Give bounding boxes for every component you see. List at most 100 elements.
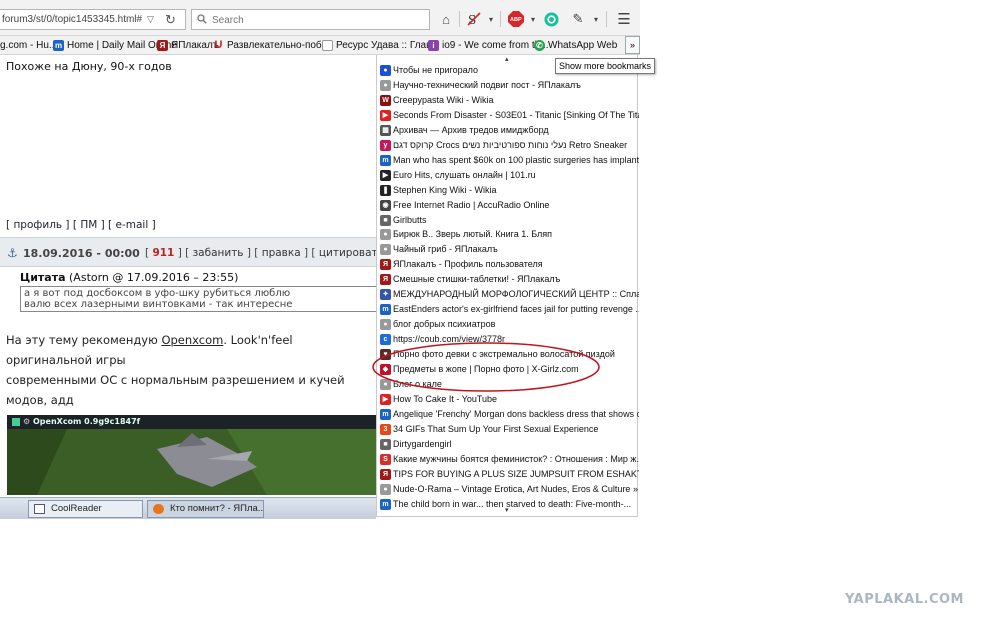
bookmark-menu-item[interactable]: ■ Dirtygardengirl — [377, 437, 639, 452]
scroll-up-arrow[interactable]: ▴ — [505, 55, 509, 63]
show-more-bookmarks-button[interactable]: » — [625, 36, 640, 54]
menu-hamburger-icon[interactable]: ☰ — [615, 10, 633, 28]
post-date: 18.09.2016 - 00:00 — [23, 247, 140, 260]
bookmark-menu-item[interactable]: ● Чайный гриб - ЯПлакалъ — [377, 242, 639, 257]
anchor-icon[interactable]: ⚓ — [7, 246, 18, 260]
bookmark-menu-item[interactable]: ▶ How To Cake It - YouTube — [377, 392, 639, 407]
bookmarks-overflow-menu: ▴ ● Чтобы не пригорало ● Научно-технический… — [376, 55, 639, 517]
quote-line: валю всех лазерными винтовками - так инт… — [24, 299, 293, 310]
bookmark-menu-item[interactable]: Я Смешные стишки-таблетки! - ЯПлакалъ — [377, 272, 639, 287]
reload-icon[interactable]: ↻ — [165, 12, 176, 28]
s-icon: S — [380, 453, 391, 465]
profile-link[interactable]: профиль — [13, 219, 62, 231]
bookmark-menu-label: Бирюк В.. Зверь лютый. Книга 1. Бляп — [393, 229, 553, 240]
yaplakal-icon: Я — [380, 259, 391, 271]
email-link[interactable]: e-mail — [116, 219, 149, 231]
openxcom-link[interactable]: Openxcom — [161, 333, 223, 347]
bookmark-menu-item[interactable]: y קרוקס דגם Crocs נעלי נוחות ספורטיביות נ… — [377, 138, 639, 153]
bookmark-menu-label: Stephen King Wiki - Wikia — [393, 184, 497, 195]
adblock-icon[interactable]: ABP — [507, 10, 525, 28]
bookmark-menu-item[interactable]: m Man who has spent $60k on 100 plastic s… — [377, 153, 639, 168]
bookmark-menu-item[interactable]: ● блог добрых психиатров — [377, 317, 639, 332]
quote-box: а я вот под досбоксом в уфо-шку рубиться… — [20, 286, 376, 312]
photo-icon: ■ — [380, 438, 391, 450]
grammarly-icon[interactable] — [542, 10, 560, 28]
taskbar-item-coolreader[interactable]: CoolReader — [28, 500, 143, 518]
bookmark-menu-item[interactable]: m Angelique 'Frenchy' Morgan dons backles… — [377, 407, 639, 422]
search-box[interactable] — [191, 9, 430, 30]
bookmark-menu-item[interactable]: Я ЯПлакалъ - Профиль пользователя — [377, 257, 639, 272]
bookmark-menu-item[interactable]: ■ Girlbutts — [377, 213, 639, 228]
bookmark-menu-label: Dirtygardengirl — [393, 438, 452, 449]
post-body-line: На эту тему рекомендую Openxcom. Look'n'… — [6, 330, 376, 370]
bookmark-label: io9 - We come from th... — [442, 40, 549, 51]
dailymail-icon: m — [53, 40, 64, 51]
bookmark-menu-label: Free Internet Radio | AccuRadio Online — [393, 199, 550, 210]
bookmark-menu-label: TIPS FOR BUYING A PLUS SIZE JUMPSUIT FRO… — [393, 468, 639, 479]
scroll-down-arrow[interactable]: ▾ — [505, 506, 509, 514]
rating-link[interactable]: 911 — [152, 247, 174, 259]
bookmark-item[interactable]: ✆ WhatsApp Web — [534, 38, 617, 53]
home-icon[interactable]: ⌂ — [437, 10, 455, 28]
bookmark-menu-item[interactable]: ◉ Free Internet Radio | AccuRadio Online — [377, 198, 639, 213]
bookmark-item[interactable]: g.com - Hu... — [0, 38, 57, 53]
search-input[interactable] — [212, 13, 422, 27]
yaplakal-watermark: YAPLAKAL.COM — [845, 592, 964, 607]
bookmark-menu-label: Архивач — Архив тредов имиджборд — [393, 124, 549, 135]
url-text[interactable]: forum3/st/0/topic1453345.html#entry5 — [2, 14, 142, 25]
bookmark-menu-item[interactable]: 3 34 GIFs That Sum Up Your First Sexual E… — [377, 422, 639, 437]
tools-dropdown-icon[interactable]: ▾ — [587, 10, 605, 28]
taskbar-item-firefox[interactable]: Кто помнит? - ЯПла... — [147, 500, 264, 518]
url-bar[interactable]: forum3/st/0/topic1453345.html#entry5 ▽ ↻ — [0, 9, 186, 30]
tooltip: Show more bookmarks — [555, 58, 656, 74]
bookmark-menu-label: Creepypasta Wiki - Wikia — [393, 94, 494, 105]
toolbar-separator — [606, 11, 607, 27]
bookmark-menu-item[interactable]: ▦ Архивач — Архив тредов имиджборд — [377, 123, 639, 138]
quote-line: а я вот под досбоксом в уфо-шку рубиться… — [24, 288, 291, 299]
bookmark-menu-item[interactable]: ● Nude-O-Rama – Vintage Erotica, Art Nude… — [377, 482, 639, 497]
quote-link[interactable]: цитировать — [319, 247, 376, 259]
bookmark-item[interactable]: Ресурс Удава :: Глав... — [322, 38, 440, 53]
bookmark-item[interactable]: U Развлекательно-поб... — [213, 38, 330, 53]
bookmark-menu-item[interactable]: ▶ Seconds From Disaster - S03E01 - Titani… — [377, 108, 639, 123]
yaplakal-icon: Я — [380, 468, 391, 480]
bookmark-menu-label: блог добрых психиатров — [393, 319, 496, 330]
noscript-icon[interactable]: S — [465, 10, 483, 28]
archive-icon: ▦ — [380, 124, 391, 136]
bookmark-item[interactable]: Я ЯПлакалъ — [157, 38, 219, 53]
game-window-title: OpenXcom 0.9g9c1847f — [7, 415, 376, 429]
game-app-icon — [12, 418, 20, 426]
bookmark-menu-item[interactable]: ▶ Euro Hits, слушать онлайн | 101.ru — [377, 168, 639, 183]
red-ellipse-annotation — [372, 342, 600, 392]
pm-link[interactable]: ПМ — [80, 219, 97, 231]
bookmark-menu-item[interactable]: ✦ МЕЖДУНАРОДНЫЙ МОРФОЛОГИЧЕСКИЙ ЦЕНТР :: … — [377, 287, 639, 302]
edit-link[interactable]: правка — [262, 247, 301, 259]
quote-header: Цитата (Astorn @ 17.09.2016 – 23:55) — [20, 271, 238, 284]
bookmark-menu-label: Смешные стишки-таблетки! - ЯПлакалъ — [393, 274, 561, 285]
ban-link[interactable]: забанить — [193, 247, 244, 259]
quote-label: Цитата — [20, 271, 66, 284]
bookmark-menu-item[interactable]: ● Научно-технический подвиг пост - ЯПлака… — [377, 78, 639, 93]
game-settings-icon: ⚙ — [23, 417, 31, 426]
tools-icon[interactable]: ✎ — [569, 10, 587, 28]
bookmark-menu-label: Чайный гриб - ЯПлакалъ — [393, 244, 498, 255]
firefox-icon — [153, 504, 164, 514]
globe-icon: ● — [380, 319, 391, 331]
play-icon: ▶ — [380, 169, 391, 181]
wikia-icon: W — [380, 94, 391, 106]
bookmark-label: ЯПлакалъ — [171, 40, 220, 51]
bookmark-menu-item[interactable]: m EastEnders actor's ex-girlfriend faces … — [377, 302, 639, 317]
url-dropdown-icon[interactable]: ▽ — [147, 14, 154, 25]
bookmark-menu-item[interactable]: Я TIPS FOR BUYING A PLUS SIZE JUMPSUIT FR… — [377, 467, 639, 482]
noscript-dropdown-icon[interactable]: ▾ — [482, 10, 500, 28]
radio-icon: ◉ — [380, 199, 391, 211]
bookmark-menu-item[interactable]: ❚ Stephen King Wiki - Wikia — [377, 183, 639, 198]
bookmark-menu-item[interactable]: S Какие мужчины боятся феминисток? : Отно… — [377, 452, 639, 467]
u-logo-icon: U — [214, 39, 223, 51]
bookmark-menu-item[interactable]: W Creepypasta Wiki - Wikia — [377, 93, 639, 108]
bookmark-item[interactable]: i io9 - We come from th... — [428, 38, 549, 53]
youtube-icon: ▶ — [380, 109, 391, 121]
toolbar-separator — [459, 11, 460, 27]
bookmark-menu-item[interactable]: ● Бирюк В.. Зверь лютый. Книга 1. Бляп — [377, 227, 639, 242]
adblock-dropdown-icon[interactable]: ▾ — [524, 10, 542, 28]
